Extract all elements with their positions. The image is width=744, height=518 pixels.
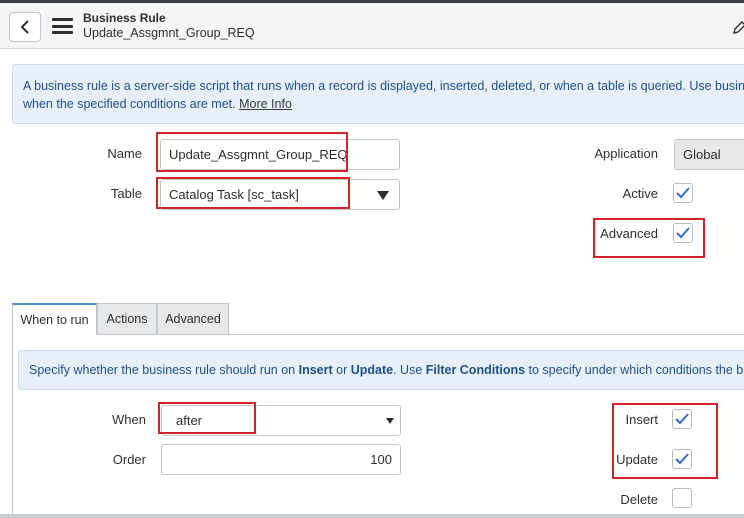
order-value: 100 (370, 452, 392, 467)
application-value: Global (683, 147, 721, 162)
info-line-2: when the specified conditions are met. M… (23, 97, 292, 111)
caret-down-icon (386, 418, 394, 424)
highlight-table (156, 177, 350, 209)
chevron-left-icon (20, 20, 29, 34)
back-button[interactable] (9, 12, 41, 42)
title-block: Business Rule Update_Assgmnt_Group_REQ (83, 11, 255, 41)
order-label: Order (112, 452, 146, 467)
application-label: Application (594, 146, 658, 161)
highlight-advanced (593, 218, 705, 258)
when-info-message: Specify whether the business rule should… (18, 350, 744, 390)
page-title: Business Rule (83, 11, 166, 25)
page-subtitle: Update_Assgmnt_Group_REQ (83, 26, 255, 40)
checkmark-icon (676, 187, 690, 199)
menu-icon[interactable] (52, 18, 73, 34)
active-label: Active (622, 186, 658, 201)
delete-checkbox[interactable] (672, 488, 692, 508)
order-input[interactable]: 100 (161, 444, 401, 475)
application-field[interactable]: Global (674, 139, 744, 170)
tab-advanced[interactable]: Advanced (157, 303, 229, 335)
more-info-link[interactable]: More Info (239, 97, 292, 111)
tab-actions[interactable]: Actions (97, 303, 157, 335)
when-label: When (112, 412, 146, 427)
bottom-scrollbar[interactable] (0, 514, 744, 518)
active-checkbox[interactable] (673, 183, 693, 203)
form-header: Business Rule Update_Assgmnt_Group_REQ (0, 3, 744, 49)
highlight-name (156, 132, 348, 172)
table-label: Table (110, 186, 142, 201)
delete-label: Delete (620, 492, 658, 507)
tab-when-to-run[interactable]: When to run (12, 303, 97, 335)
info-message: A business rule is a server-side script … (12, 64, 744, 124)
highlight-when (158, 402, 256, 434)
pencil-icon[interactable] (732, 21, 744, 35)
caret-down-icon (377, 191, 389, 200)
name-label: Name (107, 146, 142, 161)
highlight-insert-update (612, 403, 718, 479)
info-line-1: A business rule is a server-side script … (23, 79, 744, 93)
